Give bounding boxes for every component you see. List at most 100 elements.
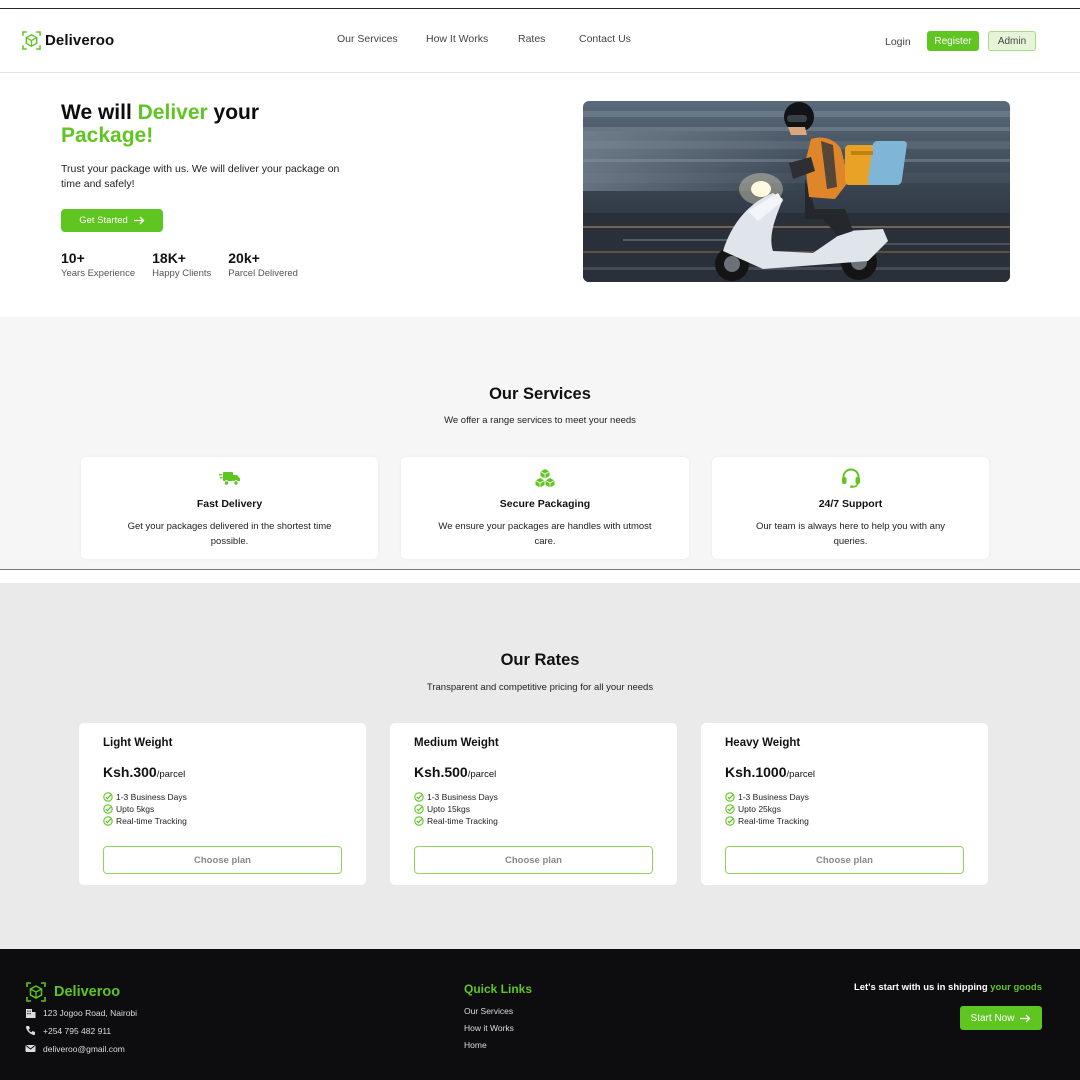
footer-cta-text-main: Let's start with us in shipping (853, 982, 991, 993)
get-started-button[interactable]: Get Started (61, 209, 163, 232)
check-circle-icon (725, 792, 735, 802)
choose-plan-button[interactable]: Choose plan (414, 846, 653, 874)
footer-address-text: 123 Jogoo Road, Nairobi (43, 1007, 138, 1018)
admin-button[interactable]: Admin (988, 31, 1036, 51)
stat-value: 20k+ (228, 250, 260, 266)
phone-icon (25, 1026, 35, 1036)
stat-label: Happy Clients (152, 268, 212, 279)
plan-feature: 1-3 Business Days (103, 791, 187, 803)
plan-feature-text: Upto 25kgs (738, 804, 781, 814)
hero-stats: 10+ Years Experience 18K+ Happy Clients … (61, 250, 298, 279)
start-now-label: Start Now (970, 1012, 1015, 1024)
check-circle-icon (103, 804, 113, 814)
plan-price-value: Ksh.500 (414, 764, 468, 780)
plan-name: Light Weight (103, 737, 173, 749)
navbar: Deliveroo Our Services How It Works Rate… (0, 9, 1080, 73)
building-icon (26, 1009, 36, 1018)
footer-cta-text-highlight: your goods (990, 982, 1042, 993)
service-card-support[interactable]: 24/7 Support Our team is always here to … (712, 457, 989, 559)
check-circle-icon (725, 816, 735, 826)
hero-title-line2: Package! (61, 124, 154, 147)
stat-label: Years Experience (61, 268, 136, 279)
footer-link-home[interactable]: Home (464, 1040, 487, 1050)
service-card-secure-packaging[interactable]: Secure Packaging We ensure your packages… (401, 457, 689, 559)
arrow-right-icon (1020, 1014, 1031, 1022)
plan-price: Ksh.300/parcel (103, 764, 185, 780)
plan-features: 1-3 Business Days Upto 5kgs Real-time Tr… (103, 791, 187, 827)
rate-card-heavy: Heavy Weight Ksh.1000/parcel 1-3 Busines… (701, 723, 988, 885)
nav-link-our-services[interactable]: Our Services (337, 33, 398, 45)
stat-clients: 18K+ Happy Clients (152, 250, 211, 279)
footer-link-our-services[interactable]: Our Services (464, 1006, 513, 1016)
plan-name: Medium Weight (414, 737, 499, 749)
truck-icon (218, 472, 240, 486)
mail-icon (25, 1045, 36, 1052)
plan-feature-text: 1-3 Business Days (738, 792, 809, 802)
services-section: Our Services We offer a range services t… (0, 317, 1080, 570)
service-title: 24/7 Support (818, 498, 883, 510)
service-card-fast-delivery[interactable]: Fast Delivery Get your packages delivere… (81, 457, 378, 559)
footer-cta-text: Let's start with us in shipping your goo… (854, 982, 1042, 993)
rates-title: Our Rates (500, 651, 580, 669)
plan-price-unit: /parcel (156, 769, 186, 780)
boxes-icon (535, 469, 555, 488)
plan-feature: Upto 5kgs (103, 803, 187, 815)
check-circle-icon (725, 804, 735, 814)
check-circle-icon (414, 816, 424, 826)
hero-title-part1: We will (61, 101, 138, 124)
plan-feature-text: Upto 5kgs (116, 804, 155, 814)
rate-card-light: Light Weight Ksh.300/parcel 1-3 Business… (79, 723, 366, 885)
quick-links-title: Quick Links (464, 982, 533, 996)
footer-link-how-it-works[interactable]: How it Works (464, 1023, 514, 1033)
hero-description: Trust your package with us. We will deli… (61, 163, 340, 190)
nav-link-how-it-works[interactable]: How It Works (426, 33, 488, 45)
choose-plan-button[interactable]: Choose plan (725, 846, 964, 874)
nav-link-contact-us[interactable]: Contact Us (579, 33, 631, 45)
footer-phone-text: +254 795 482 911 (43, 1025, 112, 1036)
brand-logo[interactable]: Deliveroo (22, 31, 114, 50)
get-started-label: Get Started (79, 215, 128, 226)
box-logo-icon (26, 982, 46, 1002)
plan-features: 1-3 Business Days Upto 25kgs Real-time T… (725, 791, 809, 827)
plan-feature: Real-time Tracking (103, 815, 187, 827)
footer-brand[interactable]: Deliveroo (26, 982, 120, 1002)
plan-price-value: Ksh.300 (103, 764, 157, 780)
check-circle-icon (103, 792, 113, 802)
plan-price-unit: /parcel (467, 769, 497, 780)
plan-feature-text: Upto 15kgs (427, 804, 470, 814)
plan-price: Ksh.1000/parcel (725, 764, 815, 780)
headset-icon (841, 468, 860, 488)
plan-feature-text: Real-time Tracking (116, 816, 187, 826)
service-description: Our team is always here to help you with… (755, 521, 946, 547)
nav-link-rates[interactable]: Rates (518, 33, 545, 45)
choose-plan-button[interactable]: Choose plan (103, 846, 342, 874)
footer: Deliveroo 123 Jogoo Road, Nairobi +254 7… (0, 949, 1080, 1080)
start-now-button[interactable]: Start Now (960, 1006, 1042, 1030)
service-title: Secure Packaging (499, 498, 591, 510)
footer-address: 123 Jogoo Road, Nairobi (25, 1007, 137, 1018)
login-link[interactable]: Login (885, 36, 911, 48)
check-circle-icon (414, 804, 424, 814)
plan-feature: Real-time Tracking (414, 815, 498, 827)
check-circle-icon (103, 816, 113, 826)
rates-subtitle: Transparent and competitive pricing for … (426, 682, 654, 693)
plan-feature-text: Real-time Tracking (738, 816, 809, 826)
plan-name: Heavy Weight (725, 737, 801, 749)
plan-price: Ksh.500/parcel (414, 764, 496, 780)
plan-price-unit: /parcel (786, 769, 815, 780)
plan-feature: Real-time Tracking (725, 815, 809, 827)
hero-title-part2: your (207, 101, 260, 124)
service-description: We ensure your packages are handles with… (438, 521, 652, 547)
hero-section: We will Deliver your Package! Trust your … (0, 80, 1080, 318)
register-button[interactable]: Register (927, 31, 979, 51)
stat-parcels: 20k+ Parcel Delivered (228, 250, 298, 279)
delivery-rider-illustration (583, 101, 1010, 282)
hero-title-highlight: Deliver (137, 101, 208, 124)
plan-features: 1-3 Business Days Upto 15kgs Real-time T… (414, 791, 498, 827)
footer-phone[interactable]: +254 795 482 911 (25, 1025, 111, 1036)
plan-feature-text: 1-3 Business Days (427, 792, 498, 802)
footer-brand-name: Deliveroo (54, 984, 121, 1000)
services-title: Our Services (489, 385, 591, 403)
rate-card-medium: Medium Weight Ksh.500/parcel 1-3 Busines… (390, 723, 677, 885)
footer-email[interactable]: deliveroo@gmail.com (25, 1043, 125, 1054)
